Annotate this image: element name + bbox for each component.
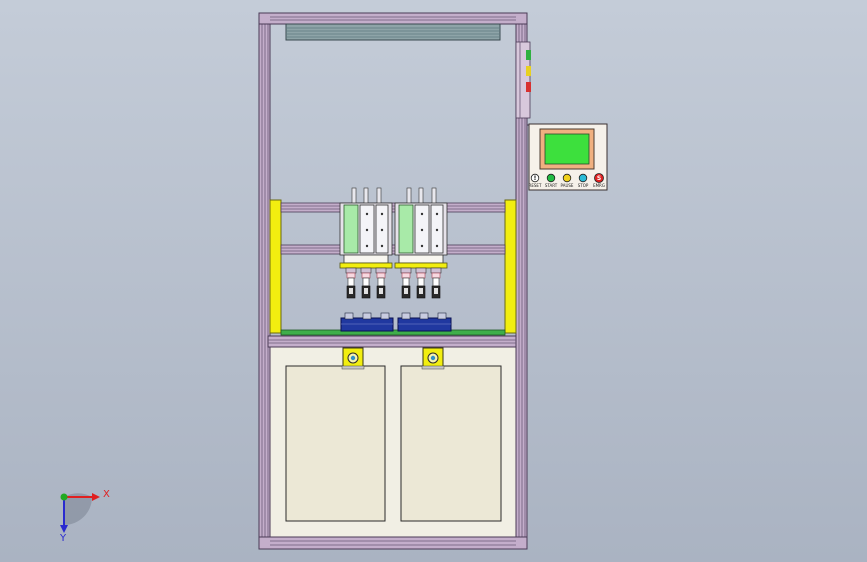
svg-text:!: ! — [534, 175, 537, 182]
fixture-left — [340, 312, 394, 332]
frame-table-beam — [267, 335, 517, 348]
rail-lower — [280, 244, 506, 255]
frame-top-beam — [258, 12, 528, 25]
two-hand-button-right — [421, 347, 445, 370]
control-panel: !RESET START PAUSE STOP SEMRG — [527, 123, 608, 191]
press-unit-2 — [394, 187, 448, 299]
signal-tower — [515, 41, 531, 119]
axis-triad: X Y — [59, 489, 110, 544]
svg-text:EMRG: EMRG — [593, 183, 605, 188]
svg-text:S: S — [597, 175, 601, 182]
frame-bottom-beam — [258, 536, 528, 550]
cabinet-door-left — [285, 365, 386, 522]
rail-upper — [280, 202, 506, 213]
svg-text:STOP: STOP — [578, 183, 589, 188]
machine-drawing: !RESET START PAUSE STOP SEMRG X Y — [59, 12, 608, 550]
triad-shadow — [64, 493, 92, 525]
yellow-guard-right — [504, 199, 517, 334]
svg-text:PAUSE: PAUSE — [561, 183, 574, 188]
origin-icon — [60, 493, 68, 501]
press-unit-1 — [339, 187, 393, 299]
svg-text:START: START — [545, 183, 558, 188]
yellow-guard-left — [269, 199, 282, 334]
fixture-right — [397, 312, 452, 332]
cabinet-door-right — [400, 365, 502, 522]
svg-text:RESET: RESET — [529, 183, 542, 188]
hmi-screen — [544, 133, 590, 165]
two-hand-button-left — [341, 347, 365, 370]
x-axis-label: X — [103, 489, 110, 500]
top-louver — [285, 23, 501, 41]
y-axis-label: Y — [59, 533, 67, 544]
